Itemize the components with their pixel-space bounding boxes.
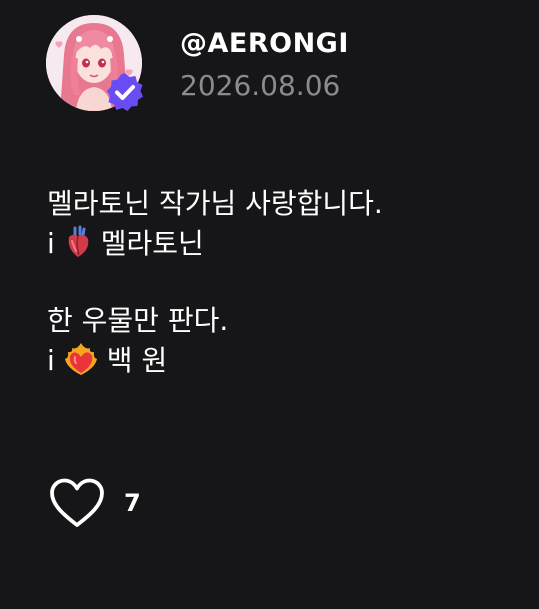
line-2-prefix: i <box>47 227 55 260</box>
heart-outline-icon[interactable] <box>48 477 106 529</box>
profile-avatar-container[interactable] <box>46 15 146 115</box>
post-line-4: i 백 원 <box>47 341 517 381</box>
verified-badge-icon <box>104 71 146 113</box>
anatomical-heart-emoji <box>63 225 93 270</box>
post-body: 멜라토닌 작가님 사랑합니다. i 멜라토닌 한 우물만 판다. i 백 원 <box>47 184 517 381</box>
post-line-3: 한 우물만 판다. <box>47 304 229 337</box>
heart-on-fire-emoji <box>63 342 99 387</box>
line-2-text: 멜라토닌 <box>100 227 204 260</box>
post-line-1: 멜라토닌 작가님 사랑합니다. <box>47 187 383 220</box>
line-4-prefix: i <box>47 344 55 377</box>
post-line-2: i 멜라토닌 <box>47 224 517 264</box>
line-4-text: 백 원 <box>106 344 168 377</box>
profile-handle[interactable]: @AERONGI <box>180 28 349 59</box>
like-count: 7 <box>124 489 141 517</box>
post-date: 2026.08.06 <box>180 69 341 102</box>
like-row: 7 <box>48 477 141 529</box>
